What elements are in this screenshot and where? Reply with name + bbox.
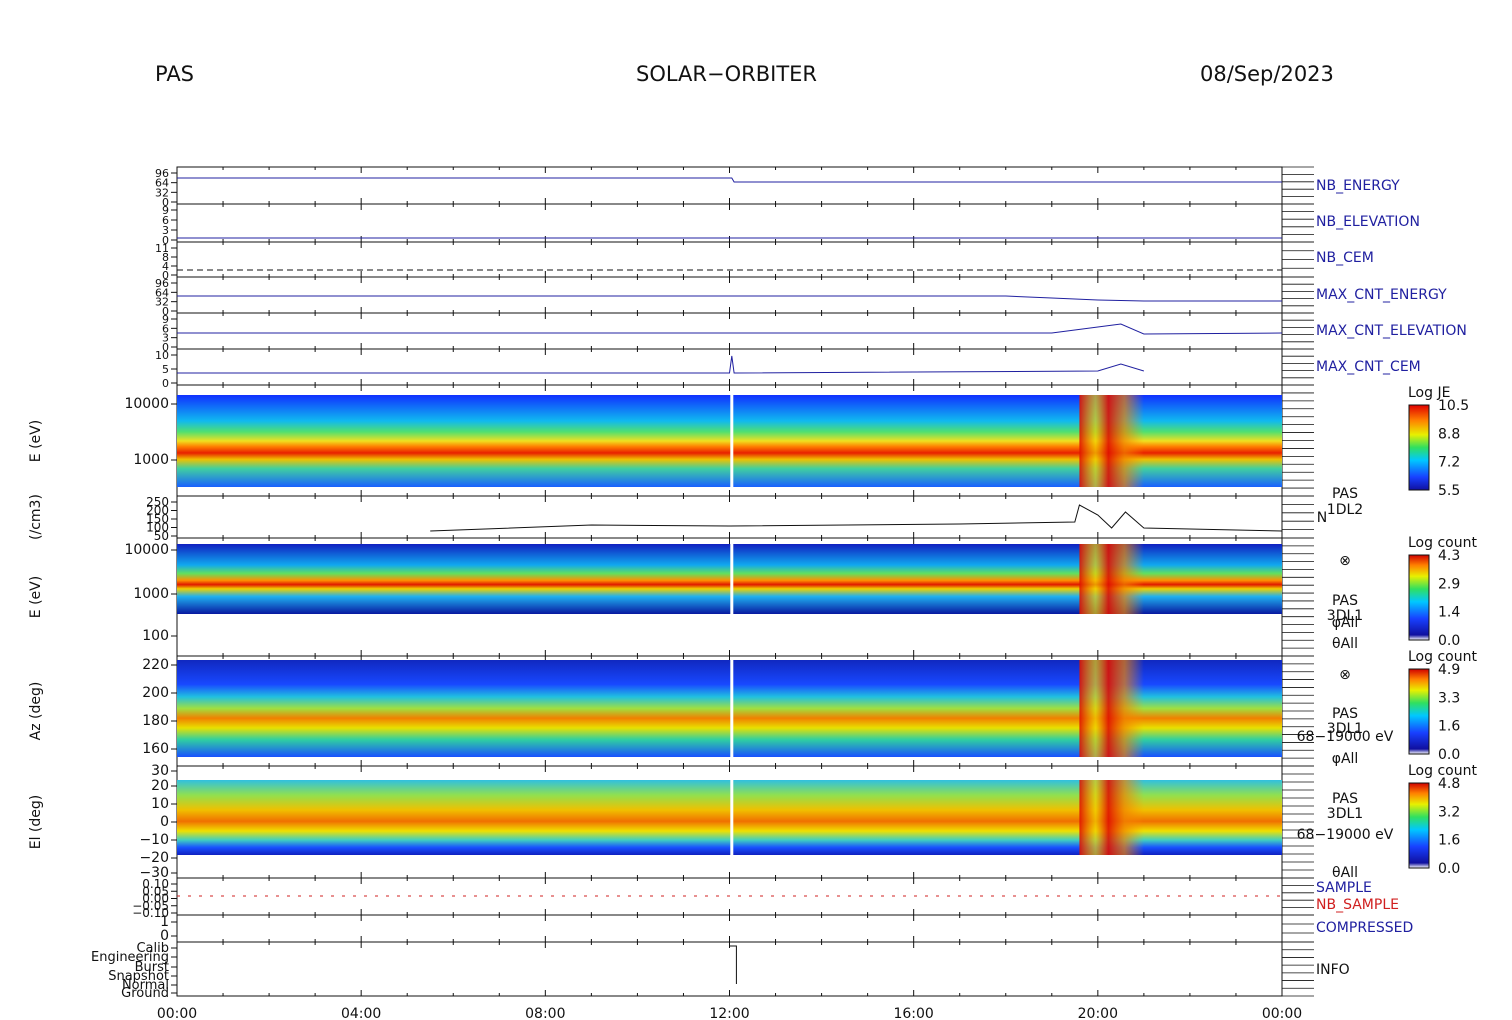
count-side-label: φAll [1332, 615, 1359, 631]
count-side-label: PAS [1332, 593, 1358, 609]
x-tick-label: 08:00 [525, 1006, 565, 1020]
x-tick-label: 16:00 [893, 1006, 933, 1020]
max-cnt-elevation-label: MAX_CNT_ELEVATION [1316, 323, 1467, 339]
count-side-label: θAll [1332, 636, 1358, 652]
colorbar-tick-label: 8.8 [1438, 426, 1460, 442]
colorbar-tick-label: 2.9 [1438, 576, 1460, 592]
count-spectrogram-event [1079, 544, 1144, 614]
colorbar [1408, 668, 1430, 755]
panel-frame-13 [176, 941, 1283, 997]
azimuth-side-label: ⊗ [1339, 667, 1351, 683]
nb-energy-label: NB_ENERGY [1316, 178, 1400, 194]
y-tick-label: 220 [142, 657, 169, 673]
colorbar-tick-label: 7.2 [1438, 455, 1460, 471]
azimuth-side-label: φAll [1332, 751, 1359, 767]
y-axis-label-energy-je: E (eV) [28, 420, 44, 462]
y-tick-label: 10000 [124, 396, 169, 412]
y-tick-label: 50 [154, 529, 169, 543]
panel-frame-7 [176, 495, 1283, 539]
colorbar-tick-label: 5.5 [1438, 483, 1460, 499]
x-tick-label: 04:00 [341, 1006, 381, 1020]
y-tick-label: 1000 [133, 586, 169, 602]
y-tick-label: 100 [142, 628, 169, 644]
sample-label: SAMPLE [1316, 880, 1372, 896]
y-tick-label: 20 [151, 778, 169, 794]
colorbar-tick-label: 4.3 [1438, 548, 1460, 564]
colorbar [1408, 782, 1430, 869]
nb-elevation-label: NB_ELEVATION [1316, 214, 1420, 230]
count-side-label: ⊗ [1339, 553, 1351, 569]
y-axis-label-density: (/cm3) [28, 494, 44, 540]
density-side-label: PAS [1332, 486, 1358, 502]
y-tick-label: 5 [162, 363, 169, 376]
density-trace [430, 504, 1283, 532]
nb-cem-label: NB_CEM [1316, 250, 1374, 266]
y-tick-label: 1000 [133, 452, 169, 468]
colorbar [1408, 404, 1430, 491]
azimuth-side-label: PAS [1332, 706, 1358, 722]
colorbar-tick-label: 3.2 [1438, 804, 1460, 820]
y-tick-label: 30 [151, 763, 169, 779]
nb-energy-trace [177, 177, 1282, 183]
colorbar-tick-label: 0.0 [1438, 633, 1460, 649]
y-tick-label: 180 [142, 713, 169, 729]
elevation-side-label: θAll [1332, 865, 1358, 881]
y-tick-label: −20 [139, 850, 169, 866]
colorbar-tick-label: 1.6 [1438, 719, 1460, 735]
je-spectrogram-event [1079, 395, 1144, 487]
x-tick-label: 12:00 [709, 1006, 749, 1020]
colorbar-tick-label: 1.4 [1438, 605, 1460, 621]
x-tick-label: 00:00 [1262, 1006, 1302, 1020]
azimuth-spectrogram-event [1079, 660, 1144, 757]
colorbar-tick-label: 4.8 [1438, 776, 1460, 792]
y-tick-label: 10 [155, 349, 169, 362]
colorbar-tick-label: 4.9 [1438, 662, 1460, 678]
y-axis-label-azimuth: Az (deg) [28, 682, 44, 741]
y-tick-label: 10000 [124, 542, 169, 558]
plot-stage: PAS SOLAR−ORBITER 08/Sep/2023 96 64 32 0… [0, 0, 1512, 1020]
max-cnt-cem-label: MAX_CNT_CEM [1316, 359, 1421, 375]
elevation-side-label: 3DL1 [1327, 806, 1363, 822]
nb-sample-label: NB_SAMPLE [1316, 897, 1399, 913]
elevation-side-label: PAS [1332, 791, 1358, 807]
elevation-spectrogram-event [1079, 780, 1144, 855]
info-label: INFO [1316, 962, 1350, 978]
density-side-label: N [1317, 510, 1327, 526]
x-tick-label: 20:00 [1078, 1006, 1118, 1020]
max-cnt-cem-trace [177, 355, 1145, 374]
colorbar-tick-label: 0.0 [1438, 747, 1460, 763]
y-tick-label: 0 [162, 377, 169, 390]
compressed-label: COMPRESSED [1316, 920, 1413, 936]
y-tick-label: 10 [151, 796, 169, 812]
stacked-timeseries-chart: 9664320963011840966432096301050100001000… [28, 166, 1477, 1020]
max-cnt-energy-label: MAX_CNT_ENERGY [1316, 287, 1447, 303]
y-tick-label: 200 [142, 685, 169, 701]
azimuth-side-label: 68−19000 eV [1297, 729, 1394, 745]
x-tick-label: 00:00 [157, 1006, 197, 1020]
y-axis-label-elevation: El (deg) [28, 795, 44, 850]
colorbar-tick-label: 3.3 [1438, 690, 1460, 706]
elevation-side-label: 68−19000 eV [1297, 827, 1394, 843]
y-tick-label: Ground [121, 986, 169, 1001]
max-cnt-energy-trace [177, 295, 1282, 302]
colorbar [1408, 554, 1430, 641]
colorbar-tick-label: 10.5 [1438, 398, 1469, 414]
y-tick-label: 160 [142, 741, 169, 757]
y-tick-label: 0 [160, 814, 169, 830]
colorbar-tick-label: 0.0 [1438, 861, 1460, 877]
y-axis-label-energy-count: E (eV) [28, 576, 44, 618]
density-side-label: 1DL2 [1327, 502, 1363, 518]
max-cnt-elevation-trace [177, 323, 1283, 335]
y-tick-label: −10 [139, 832, 169, 848]
info-trace [729, 945, 737, 984]
colorbar-tick-label: 1.6 [1438, 833, 1460, 849]
